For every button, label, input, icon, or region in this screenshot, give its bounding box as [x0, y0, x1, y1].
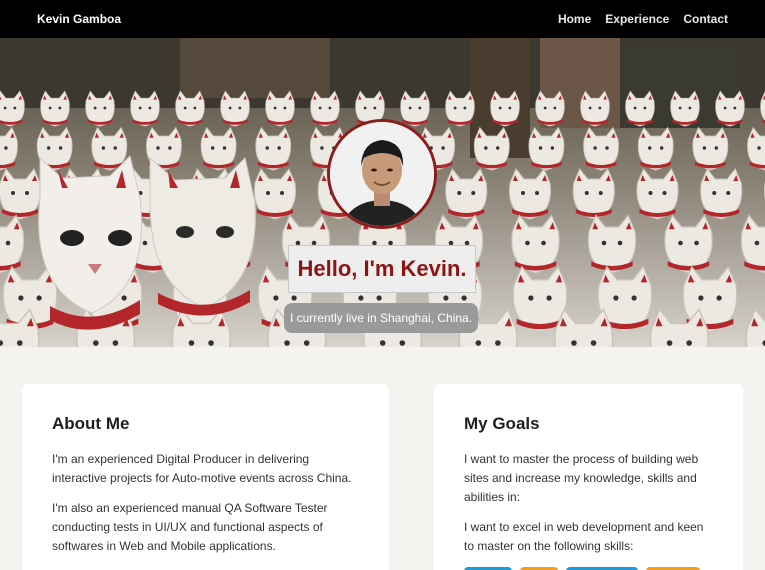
about-me-heading: About Me [52, 414, 130, 433]
my-goals-heading: My Goals [464, 414, 540, 433]
top-navbar: Kevin Gamboa Home Experience Contact [0, 0, 765, 38]
my-goals-card: My Goals I want to master the process of… [434, 384, 743, 570]
profile-photo [327, 119, 437, 229]
nav-experience[interactable]: Experience [605, 12, 669, 26]
goals-paragraph-2: I want to excel in web development and k… [464, 520, 704, 553]
goals-paragraph-1: I want to master the process of building… [464, 452, 699, 504]
about-paragraph-2: I'm also an experienced manual QA Softwa… [52, 501, 328, 553]
nav-links: Home Experience Contact [558, 12, 728, 26]
about-paragraph-1: I'm an experienced Digital Producer in d… [52, 452, 352, 485]
brand-name[interactable]: Kevin Gamboa [37, 12, 121, 26]
hero-greeting: Hello, I'm Kevin. [288, 245, 476, 293]
nav-home[interactable]: Home [558, 12, 591, 26]
about-me-card: About Me I'm an experienced Digital Prod… [22, 384, 389, 570]
nav-contact[interactable]: Contact [683, 12, 728, 26]
hero-banner: Hello, I'm Kevin. I currently live in Sh… [0, 38, 765, 347]
hero-location-badge: I currently live in Shanghai, China. [284, 303, 478, 333]
